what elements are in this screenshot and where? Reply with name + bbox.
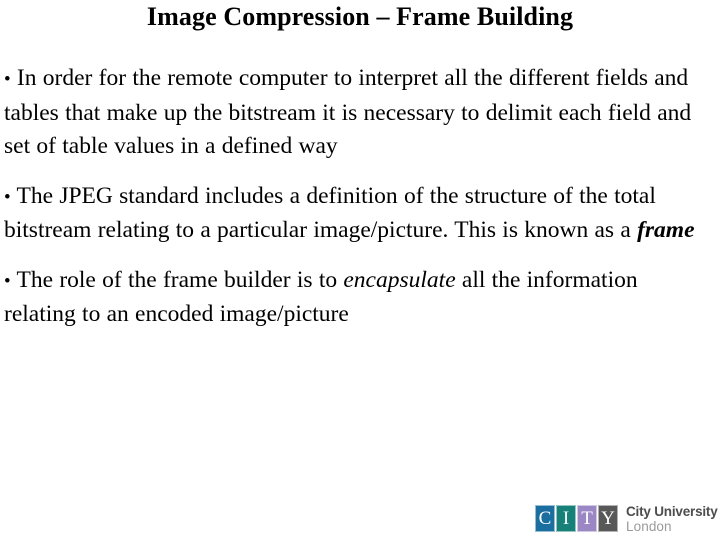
logo-university-name: City University	[626, 504, 718, 519]
city-university-london-logo: C I T Y City University London	[535, 505, 718, 536]
bullet-item: • The role of the frame builder is to en…	[4, 264, 704, 332]
logo-tile-i: I	[556, 505, 576, 532]
logo-city-name: London	[626, 519, 672, 534]
bullet-marker: •	[4, 270, 11, 292]
logo-tile-t: T	[577, 505, 597, 532]
emphasis-encapsulate: encapsulate	[343, 266, 456, 293]
slide-canvas: Image Compression – Frame Building • In …	[0, 0, 720, 540]
logo-tile-y: Y	[598, 505, 618, 532]
page-title: Image Compression – Frame Building	[146, 2, 574, 31]
bullet-marker: •	[4, 69, 11, 90]
bullet-text: The JPEG standard includes a definition …	[4, 182, 656, 244]
logo-wordmark: City University London	[626, 504, 718, 535]
bullet-text: The role of the frame builder is to	[10, 266, 344, 293]
emphasis-frame: frame	[637, 217, 695, 243]
logo-letter-tiles: C I T Y	[535, 505, 619, 532]
slide-body: • In order for the remote computer to in…	[4, 62, 704, 332]
bullet-text: In order for the remote computer to inte…	[4, 65, 692, 159]
bullet-item: • In order for the remote computer to in…	[4, 62, 704, 164]
bullet-item: • The JPEG standard includes a definitio…	[4, 180, 704, 248]
bullet-marker: •	[4, 186, 11, 208]
logo-tile-c: C	[535, 505, 555, 532]
